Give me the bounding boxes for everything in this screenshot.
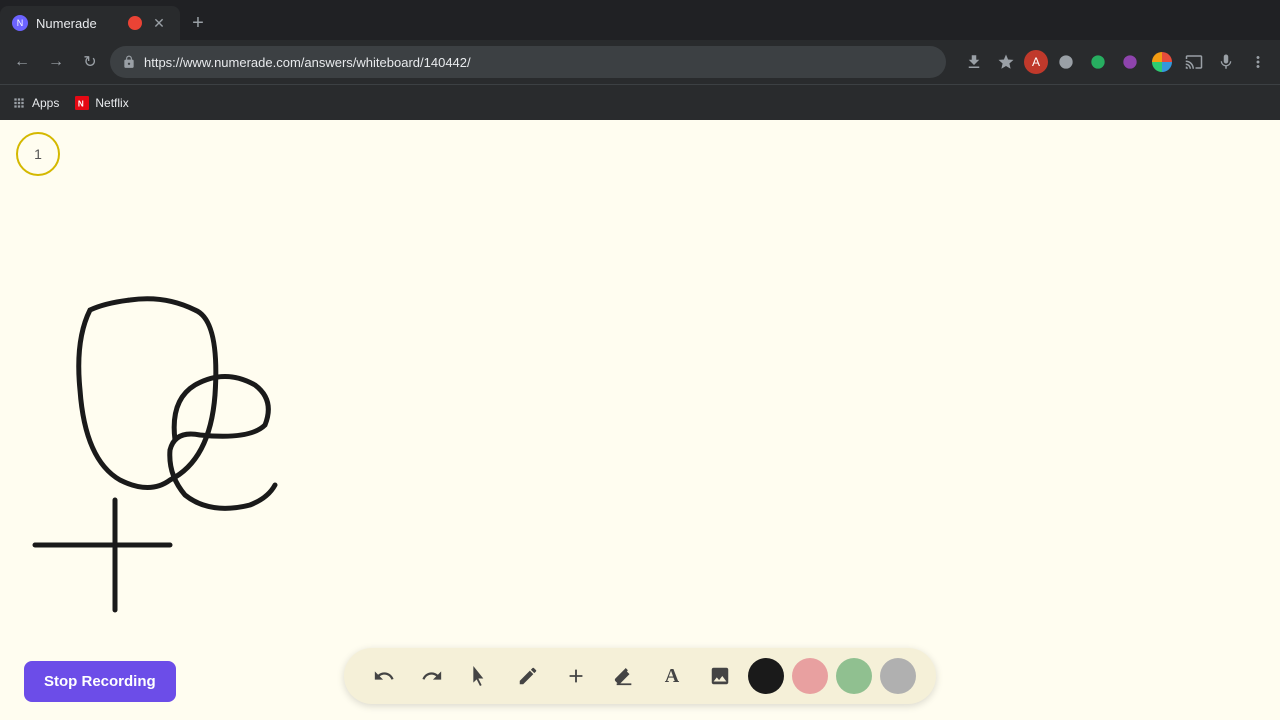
more-icon[interactable] [1244, 48, 1272, 76]
url-text: https://www.numerade.com/answers/whitebo… [144, 55, 934, 70]
browser-toolbar-icons: A [960, 48, 1272, 76]
select-tool-button[interactable] [460, 656, 500, 696]
add-tool-button[interactable] [556, 656, 596, 696]
tab-title: Numerade [36, 16, 120, 31]
address-bar[interactable]: https://www.numerade.com/answers/whitebo… [110, 46, 946, 78]
whiteboard[interactable]: 1 Stop Recording [0, 120, 1280, 720]
redo-button[interactable] [412, 656, 452, 696]
nav-bar: ← → ↻ https://www.numerade.com/answers/w… [0, 40, 1280, 84]
profile-icon[interactable]: A [1024, 50, 1048, 74]
bookmark-netflix[interactable]: N Netflix [75, 96, 128, 110]
extension-icon-3[interactable] [1116, 48, 1144, 76]
lock-icon [122, 55, 136, 69]
bookmarks-bar: Apps N Netflix [0, 84, 1280, 120]
tab-close-button[interactable]: ✕ [150, 14, 168, 32]
mic-icon[interactable] [1212, 48, 1240, 76]
color-green-swatch[interactable] [836, 658, 872, 694]
eraser-tool-button[interactable] [604, 656, 644, 696]
undo-button[interactable] [364, 656, 404, 696]
extension-icon-2[interactable] [1084, 48, 1112, 76]
bookmark-star-icon[interactable] [992, 48, 1020, 76]
extension-icon-4[interactable] [1148, 48, 1176, 76]
color-black-swatch[interactable] [748, 658, 784, 694]
forward-button[interactable]: → [42, 48, 70, 76]
bookmark-netflix-label: Netflix [95, 96, 128, 110]
back-button[interactable]: ← [8, 48, 36, 76]
cast-icon[interactable] [1180, 48, 1208, 76]
extension-icon-1[interactable] [1052, 48, 1080, 76]
reload-button[interactable]: ↻ [76, 48, 104, 76]
pencil-tool-button[interactable] [508, 656, 548, 696]
image-tool-button[interactable] [700, 656, 740, 696]
browser-chrome: N Numerade ✕ + ← → ↻ https://www.numerad… [0, 0, 1280, 120]
stop-recording-label: Stop Recording [44, 673, 156, 690]
new-tab-button[interactable]: + [184, 9, 212, 37]
bookmark-apps[interactable]: Apps [12, 96, 59, 110]
color-pink-swatch[interactable] [792, 658, 828, 694]
stop-recording-button[interactable]: Stop Recording [24, 661, 176, 702]
browser-tab-numerade[interactable]: N Numerade ✕ [0, 6, 180, 40]
tab-recording-indicator [128, 16, 142, 30]
canvas-drawing [0, 120, 1280, 720]
tab-bar: N Numerade ✕ + [0, 0, 1280, 40]
drawing-toolbar: A [344, 648, 936, 704]
svg-text:N: N [78, 99, 84, 108]
bookmark-apps-label: Apps [32, 96, 59, 110]
color-gray-swatch[interactable] [880, 658, 916, 694]
tab-favicon: N [12, 15, 28, 31]
downloads-icon[interactable] [960, 48, 988, 76]
text-tool-button[interactable]: A [652, 656, 692, 696]
